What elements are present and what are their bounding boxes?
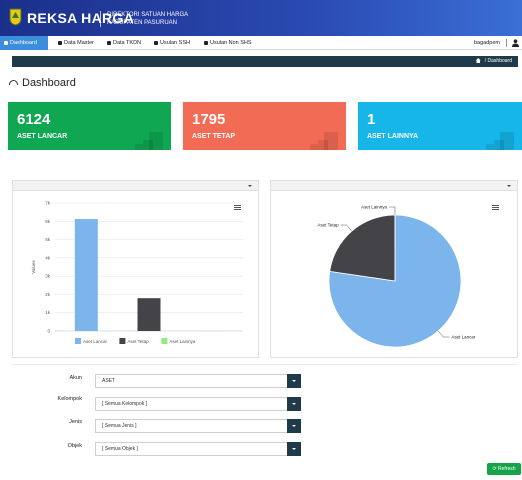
filter-label-objek: Objek <box>67 443 82 449</box>
kelompok-select[interactable]: [ Semua Kelompok ] <box>95 397 301 411</box>
pie-chart-panel: Aset Lancar Aset Tetap Aset Lainnya <box>270 180 518 358</box>
stat-value: 1 <box>367 111 376 128</box>
filter-label-akun: Akun <box>69 375 82 381</box>
pie-data-label: Aset Lainnya <box>361 205 388 210</box>
objek-select[interactable]: [ Semua Objek ] <box>95 442 301 456</box>
home-icon[interactable] <box>475 58 481 63</box>
gauge-icon <box>9 80 18 85</box>
upload-icon <box>154 40 158 45</box>
document-icon <box>204 40 208 45</box>
section-divider <box>12 364 518 365</box>
pie-slice-aset-tetap <box>329 214 396 282</box>
stat-value: 1795 <box>192 111 226 128</box>
nav-data-master-label: Data Master <box>64 40 94 46</box>
page-title: Dashboard <box>9 77 76 89</box>
nav-data-master[interactable]: Data Master <box>54 36 94 50</box>
chevron-down-icon[interactable] <box>287 419 301 433</box>
y-tick-label: 7k <box>45 201 51 206</box>
filter-label-kelompok: Kelompok <box>57 396 82 402</box>
legend-label: Aset Lancar <box>83 339 108 344</box>
legend-swatch <box>119 338 126 344</box>
user-icon[interactable] <box>512 39 519 47</box>
panel-header <box>271 181 517 191</box>
y-tick-label: 2k <box>45 292 51 297</box>
stat-card-aset-lancar[interactable]: 6124 ASET LANCAR <box>8 102 171 150</box>
stat-label: ASET TETAP <box>192 133 236 140</box>
collapse-caret-icon[interactable] <box>248 185 252 187</box>
legend-label: Aset Tetap <box>127 339 149 344</box>
pie-data-label: Aset Lancar <box>451 335 476 340</box>
regency-emblem-logo <box>9 8 22 26</box>
pie-data-label: Aset Tetap <box>317 223 339 228</box>
y-tick-label: 5k <box>45 237 51 242</box>
stat-value: 6124 <box>17 111 51 128</box>
bar-chart-icon-part <box>149 132 163 150</box>
main-navbar: Dashboard Data Master Data TKDN Usulan S… <box>0 36 522 50</box>
nav-usulan-ssh-label: Usulan SSH <box>160 40 190 46</box>
bar-chart-icon <box>135 144 143 150</box>
refresh-button-label: Refresh <box>498 466 516 472</box>
nav-usulan-non-shs[interactable]: Usulan Non SHS <box>200 36 252 50</box>
jenis-select-value: [ Semua Jenis ] <box>102 423 137 429</box>
bar-chart-icon <box>310 144 318 150</box>
chevron-down-icon[interactable] <box>287 442 301 456</box>
brand-subtitle-line2: KABUPATEN PASURUAN <box>107 20 178 26</box>
bar-chart: 0 1k 2k 3k 4k 5k 6k 7k Values Aset Lancar Aset Tet… <box>31 201 243 344</box>
nav-usulan-ssh[interactable]: Usulan SSH <box>150 36 190 50</box>
username[interactable]: bagadpem <box>474 36 500 50</box>
bar-aset-lancar <box>74 219 98 331</box>
pie-chart: Aset Lancar Aset Tetap Aset Lainnya <box>317 205 476 348</box>
y-tick-label: 4k <box>45 255 51 260</box>
bar-chart-panel: 0 1k 2k 3k 4k 5k 6k 7k Values Aset Lancar Aset Tet… <box>12 180 259 358</box>
collapse-caret-icon[interactable] <box>507 185 511 187</box>
nav-usulan-non-shs-label: Usulan Non SHS <box>210 40 252 46</box>
chevron-down-icon[interactable] <box>287 374 301 388</box>
legend-label: Aset Lainnya <box>169 339 196 344</box>
nav-dashboard[interactable]: Dashboard <box>0 36 48 50</box>
bar-chart-icon-part <box>500 132 514 150</box>
y-tick-label: 0 <box>47 329 50 334</box>
legend-swatch <box>161 338 168 344</box>
panel-header <box>13 181 258 191</box>
breadcrumb: / Dashboard <box>475 56 512 67</box>
legend-swatch <box>75 338 81 344</box>
akun-select-value: ASET <box>102 378 116 384</box>
bar-aset-tetap <box>137 298 161 331</box>
top-header: REKSA HARGA DIREKTORI SATUAN HARGA KABUP… <box>0 0 522 36</box>
y-tick-label: 1k <box>45 310 51 315</box>
bar-chart-icon <box>486 144 494 150</box>
nav-data-tkdn-label: Data TKDN <box>113 40 142 46</box>
y-tick-label: 6k <box>45 219 51 224</box>
akun-select[interactable]: ASET <box>95 374 301 388</box>
stat-card-aset-lainnya[interactable]: 1 ASET LAINNYA <box>358 102 522 150</box>
brand-subtitle-line1: DIREKTORI SATUAN HARGA <box>107 12 189 18</box>
stat-card-aset-tetap[interactable]: 1795 ASET TETAP <box>183 102 346 150</box>
y-axis-label: Values <box>31 260 36 274</box>
tag-icon <box>107 40 111 45</box>
pie-label-connector <box>388 206 396 216</box>
page-title-text: Dashboard <box>22 77 76 89</box>
stat-label: ASET LANCAR <box>17 133 68 140</box>
nav-dashboard-label: Dashboard <box>10 40 37 46</box>
chevron-down-icon[interactable] <box>287 397 301 411</box>
objek-select-value: [ Semua Objek ] <box>102 446 138 452</box>
brand-separator <box>100 11 101 27</box>
brand-subtitle: DIREKTORI SATUAN HARGA KABUPATEN PASURUA… <box>107 11 188 27</box>
table-icon <box>58 40 62 45</box>
breadcrumb-bar: / Dashboard <box>12 56 518 67</box>
filter-label-jenis: Jenis <box>69 419 82 425</box>
stat-label: ASET LAINNYA <box>367 133 419 140</box>
pie-label-connector <box>340 224 353 232</box>
y-tick-label: 3k <box>45 274 51 279</box>
jenis-select[interactable]: [ Semua Jenis ] <box>95 419 301 433</box>
breadcrumb-current: Dashboard <box>487 58 512 64</box>
nav-data-tkdn[interactable]: Data TKDN <box>103 36 141 50</box>
bar-chart-icon-part <box>324 132 338 150</box>
nav-separator <box>506 39 507 47</box>
pie-label-connector <box>437 330 450 338</box>
refresh-button[interactable]: ⟳ Refresh <box>487 463 521 475</box>
gauge-icon <box>4 40 8 45</box>
kelompok-select-value: [ Semua Kelompok ] <box>102 401 148 407</box>
